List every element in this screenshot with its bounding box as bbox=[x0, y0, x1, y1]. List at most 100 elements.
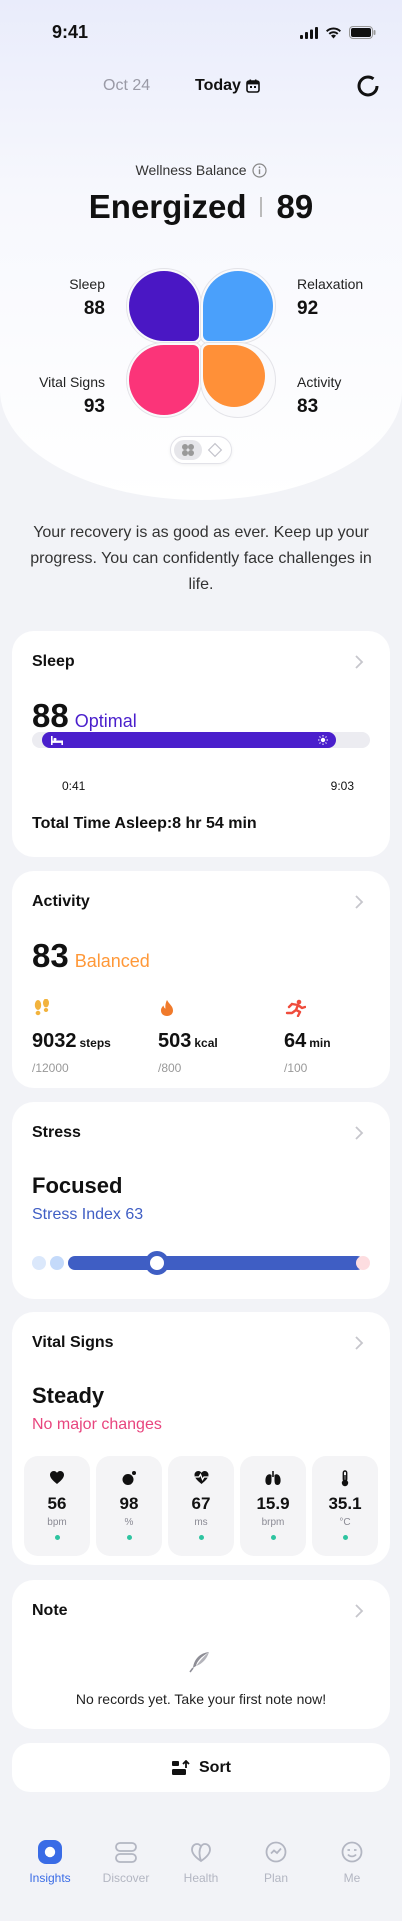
steps-goal: /12000 bbox=[32, 1061, 69, 1075]
activity-status: Balanced bbox=[74, 951, 150, 971]
respiratory-rate-tile[interactable]: 15.9 brpm bbox=[240, 1456, 306, 1556]
wellness-state: Energized bbox=[88, 188, 247, 225]
heart-icon bbox=[50, 1471, 64, 1484]
oxygen-icon bbox=[122, 1471, 136, 1485]
normal-indicator bbox=[126, 1535, 132, 1540]
hrv-tile[interactable]: 67 ms bbox=[168, 1456, 234, 1556]
tab-discover[interactable]: Discover bbox=[88, 1838, 164, 1885]
chevron-right-icon[interactable] bbox=[354, 655, 364, 669]
vital-status: No major changes bbox=[32, 1416, 162, 1433]
exercise-goal: /100 bbox=[284, 1061, 308, 1075]
me-icon bbox=[341, 1841, 363, 1863]
view-toggle[interactable] bbox=[170, 436, 232, 464]
card-title: Vital Signs bbox=[32, 1334, 114, 1351]
sleep-petal bbox=[126, 268, 202, 344]
temperature-tile[interactable]: 35.1 °C bbox=[312, 1456, 378, 1556]
calories-value: 503 bbox=[158, 1030, 192, 1052]
sleep-timeline-bar bbox=[42, 732, 336, 748]
activity-score-row: 83 Balanced bbox=[32, 937, 150, 975]
flame-icon bbox=[161, 1000, 173, 1016]
stress-state: Focused bbox=[32, 1173, 123, 1198]
normal-indicator bbox=[270, 1535, 276, 1540]
quill-icon bbox=[189, 1652, 209, 1673]
battery-icon bbox=[349, 26, 376, 39]
vital-signs-card[interactable]: Vital Signs Steady No major changes 56 b… bbox=[12, 1312, 390, 1565]
tab-health[interactable]: Health bbox=[163, 1838, 239, 1885]
activity-card[interactable]: Activity 83 Balanced 9032 steps /12000 503… bbox=[12, 871, 390, 1088]
date-nav: Oct 24 Today bbox=[0, 72, 402, 102]
calories-unit: kcal bbox=[194, 1036, 218, 1050]
relaxed-zone-dot bbox=[32, 1256, 46, 1270]
exercise-unit: min bbox=[309, 1036, 331, 1050]
ring-device-icon[interactable] bbox=[356, 74, 380, 98]
relaxation-petal bbox=[200, 268, 276, 344]
lungs-icon bbox=[265, 1471, 281, 1485]
info-icon[interactable] bbox=[251, 162, 267, 178]
steps-stat: 9032 steps /12000 bbox=[32, 998, 111, 1075]
card-title: Activity bbox=[32, 893, 90, 910]
normal-indicator bbox=[342, 1535, 348, 1540]
exercise-stat: 64 min /100 bbox=[284, 999, 331, 1075]
chevron-right-icon[interactable] bbox=[354, 895, 364, 909]
metric-sleep: Sleep 88 bbox=[69, 276, 105, 319]
sleep-status: Optimal bbox=[74, 711, 137, 731]
calm-zone-dot bbox=[50, 1256, 64, 1270]
stress-index: Stress Index 63 bbox=[32, 1206, 144, 1223]
today-button[interactable]: Today bbox=[195, 77, 260, 95]
chevron-right-icon[interactable] bbox=[354, 1336, 364, 1350]
sleep-card[interactable]: Sleep 88 Optimal 0:41 9:03 Total Time Asl… bbox=[12, 631, 390, 857]
discover-icon bbox=[115, 1842, 137, 1863]
metric-relaxation: Relaxation 92 bbox=[297, 276, 364, 319]
diamond-view-icon[interactable] bbox=[207, 442, 223, 458]
status-time: 9:41 bbox=[52, 22, 89, 42]
health-icon bbox=[191, 1843, 211, 1863]
calories-stat: 503 kcal /800 bbox=[158, 999, 218, 1075]
wellness-score: 89 bbox=[276, 188, 314, 225]
vital-signs-petal bbox=[126, 342, 202, 418]
plan-icon bbox=[265, 1841, 287, 1863]
blood-oxygen-tile[interactable]: 98 % bbox=[96, 1456, 162, 1556]
normal-indicator bbox=[54, 1535, 60, 1540]
previous-date-button[interactable]: Oct 24 bbox=[103, 77, 150, 95]
steps-value: 9032 bbox=[32, 1030, 77, 1052]
sun-icon bbox=[318, 735, 328, 745]
status-icons bbox=[300, 26, 376, 39]
total-sleep-time: Total Time Asleep:8 hr 54 min bbox=[32, 815, 257, 832]
running-icon bbox=[285, 999, 307, 1018]
recovery-summary: Your recovery is as good as ever. Keep u… bbox=[30, 524, 372, 593]
wifi-icon bbox=[326, 26, 341, 38]
cellular-signal-icon bbox=[300, 26, 318, 39]
chevron-right-icon[interactable] bbox=[354, 1126, 364, 1140]
note-card[interactable]: Note No records yet. Take your first not… bbox=[12, 1580, 390, 1729]
stress-level-track bbox=[68, 1256, 364, 1270]
tab-me[interactable]: Me bbox=[314, 1838, 390, 1885]
wellness-clover-chart[interactable] bbox=[126, 268, 276, 418]
tab-insights[interactable]: Insights bbox=[12, 1838, 88, 1885]
note-empty-text: No records yet. Take your first note now… bbox=[75, 1691, 327, 1707]
exercise-value: 64 bbox=[284, 1030, 307, 1052]
card-title: Note bbox=[32, 1602, 68, 1619]
sort-label: Sort bbox=[199, 1758, 231, 1776]
tab-plan[interactable]: Plan bbox=[238, 1838, 314, 1885]
status-bar: 9:41 bbox=[0, 18, 402, 48]
footsteps-icon bbox=[34, 998, 49, 1016]
metric-activity: Activity 83 bbox=[297, 374, 342, 417]
sleep-start-time: 0:41 bbox=[62, 779, 86, 793]
normal-indicator bbox=[198, 1535, 204, 1540]
steps-unit: steps bbox=[79, 1036, 111, 1050]
stress-level-indicator bbox=[144, 1251, 169, 1275]
stress-card[interactable]: Stress Focused Stress Index 63 bbox=[12, 1102, 390, 1299]
sort-icon bbox=[172, 1759, 190, 1775]
sleep-score-row: 88 Optimal bbox=[32, 697, 137, 735]
clover-view-option[interactable] bbox=[174, 440, 202, 460]
bed-icon bbox=[51, 736, 63, 745]
card-title: Sleep bbox=[32, 653, 75, 670]
wellness-balance-label[interactable]: Wellness Balance bbox=[0, 162, 402, 178]
sort-button[interactable]: Sort bbox=[12, 1743, 390, 1792]
calories-goal: /800 bbox=[158, 1061, 182, 1075]
heart-rate-tile[interactable]: 56 bpm bbox=[24, 1456, 90, 1556]
metric-vital-signs: Vital Signs 93 bbox=[39, 374, 105, 417]
chevron-right-icon[interactable] bbox=[354, 1604, 364, 1618]
calendar-icon bbox=[246, 79, 260, 93]
card-title: Stress bbox=[32, 1124, 81, 1141]
